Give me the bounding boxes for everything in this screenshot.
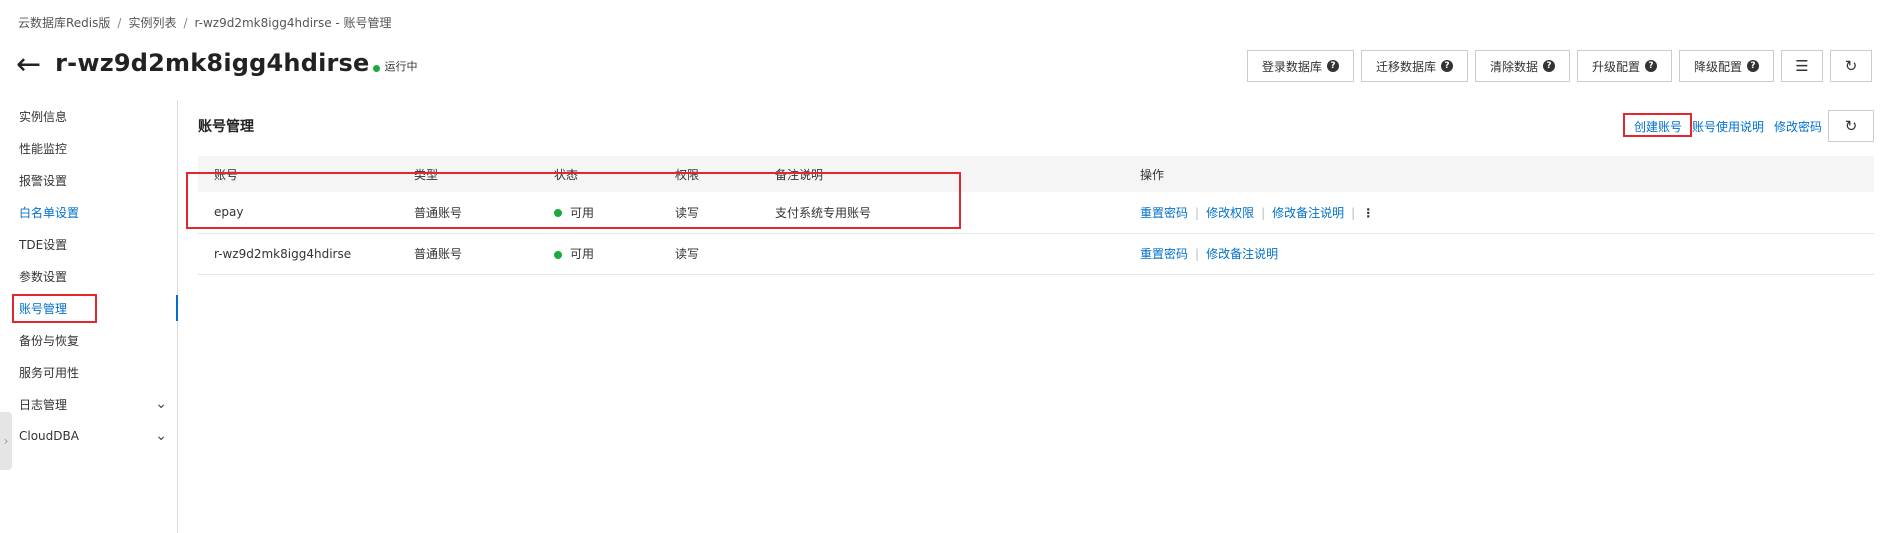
cell-type: 普通账号 [398,233,538,275]
sidebar-item-label: 实例信息 [19,109,68,124]
sidebar-item-logs[interactable]: 日志管理 ⌄ [0,388,177,420]
title-row: ← r-wz9d2mk8igg4hdirse 运行中 [16,46,418,80]
sidebar-item-alarm[interactable]: 报警设置 [0,164,177,196]
cell-permission: 读写 [659,233,759,275]
toolbar: 登录数据库? 迁移数据库? 清除数据? 升级配置? 降级配置? ☰ ↻ [1246,50,1872,82]
sidebar-item-availability[interactable]: 服务可用性 [0,356,177,388]
modify-note-link[interactable]: 修改备注说明 [1206,247,1278,261]
downgrade-config-label: 降级配置 [1693,59,1742,74]
cell-note [759,233,1124,275]
refresh-icon: ↻ [1844,117,1858,135]
account-help-link[interactable]: 账号使用说明 [1692,118,1764,135]
table-row: r-wz9d2mk8igg4hdirse 普通账号 可用 读写 重置密码 | 修改备… [198,233,1874,275]
modify-permission-link[interactable]: 修改权限 [1206,206,1254,220]
menu-icon: ☰ [1795,57,1809,75]
back-arrow-icon[interactable]: ← [16,50,41,80]
help-icon: ? [1542,60,1555,72]
page-title: r-wz9d2mk8igg4hdirse [55,49,370,77]
sidebar-item-backup[interactable]: 备份与恢复 [0,324,177,356]
modify-note-link[interactable]: 修改备注说明 [1272,206,1344,220]
highlight-box-epay-row [186,172,961,229]
cell-ops: 重置密码 | 修改备注说明 [1124,233,1874,275]
status-text: 运行中 [384,60,418,73]
divider: | [1351,205,1356,220]
status-dot-icon [372,64,380,72]
menu-button[interactable]: ☰ [1781,50,1823,82]
sidebar-item-label: 报警设置 [19,173,68,188]
migrate-database-label: 迁移数据库 [1375,59,1436,74]
login-database-label: 登录数据库 [1261,59,1322,74]
upgrade-config-label: 升级配置 [1591,59,1640,74]
help-icon: ? [1440,60,1453,72]
help-icon: ? [1644,60,1657,72]
upgrade-config-button[interactable]: 升级配置? [1576,50,1672,82]
sidebar-item-label: 性能监控 [19,141,68,156]
help-icon: ? [1747,60,1759,72]
breadcrumb: 云数据库Redis版 / 实例列表 / r-wz9d2mk8igg4hdirse - 账… [18,14,392,31]
sidebar-item-label: 备份与恢复 [19,333,80,348]
status-label: 可用 [570,247,595,261]
sidebar-item-whitelist[interactable]: 白名单设置 [0,196,177,228]
breadcrumb-item-instance-list[interactable]: 实例列表 [128,16,176,30]
migrate-database-button[interactable]: 迁移数据库? [1360,50,1468,82]
status-dot-icon [554,250,562,259]
table-refresh-button[interactable]: ↻ [1828,110,1874,142]
clear-data-button[interactable]: 清除数据? [1474,50,1570,82]
sidebar-item-label: 服务可用性 [19,365,80,380]
sidebar-collapse-handle[interactable]: › [0,412,12,470]
help-icon: ? [1326,60,1339,72]
chevron-right-icon: › [3,434,9,448]
refresh-icon: ↻ [1844,57,1858,75]
highlight-box-create-account [1623,113,1692,137]
sidebar-item-params[interactable]: 参数设置 [0,260,177,292]
sidebar-item-label: TDE设置 [19,237,68,252]
sidebar-item-label: CloudDBA [19,429,79,443]
divider: | [1195,205,1200,220]
sidebar-item-label: 白名单设置 [19,205,80,220]
cell-ops: 重置密码 | 修改权限 | 修改备注说明 | ⋮ [1124,192,1874,234]
section-title: 账号管理 [198,119,254,135]
cell-account: r-wz9d2mk8igg4hdirse [198,233,398,275]
reset-password-link[interactable]: 重置密码 [1140,206,1188,220]
chevron-down-icon: ⌄ [155,396,167,412]
column-header-ops: 操作 [1124,156,1874,192]
sidebar-item-instance-info[interactable]: 实例信息 [0,100,177,132]
breadcrumb-item-redis[interactable]: 云数据库Redis版 [18,16,110,30]
clear-data-label: 清除数据 [1489,59,1538,74]
downgrade-config-button[interactable]: 降级配置? [1678,50,1774,82]
cell-status: 可用 [538,233,659,275]
breadcrumb-separator: / [183,16,188,30]
chevron-down-icon: ⌄ [155,428,167,444]
divider: | [1195,247,1200,261]
sidebar-item-performance[interactable]: 性能监控 [0,132,177,164]
reset-password-link[interactable]: 重置密码 [1140,247,1188,261]
refresh-button[interactable]: ↻ [1830,50,1872,82]
sidebar-item-label: 参数设置 [19,269,68,284]
change-password-link[interactable]: 修改密码 [1774,118,1822,135]
sidebar-item-tde[interactable]: TDE设置 [0,228,177,260]
divider: | [1261,205,1266,220]
sidebar-item-label: 日志管理 [19,397,68,412]
more-options-icon[interactable]: ⋮ [1362,206,1374,220]
highlight-box-sidebar [12,294,97,323]
sidebar-item-clouddba[interactable]: CloudDBA ⌄ [0,420,177,452]
breadcrumb-separator: / [117,16,122,30]
login-database-button[interactable]: 登录数据库? [1246,50,1354,82]
breadcrumb-item-current: r-wz9d2mk8igg4hdirse - 账号管理 [194,16,392,30]
